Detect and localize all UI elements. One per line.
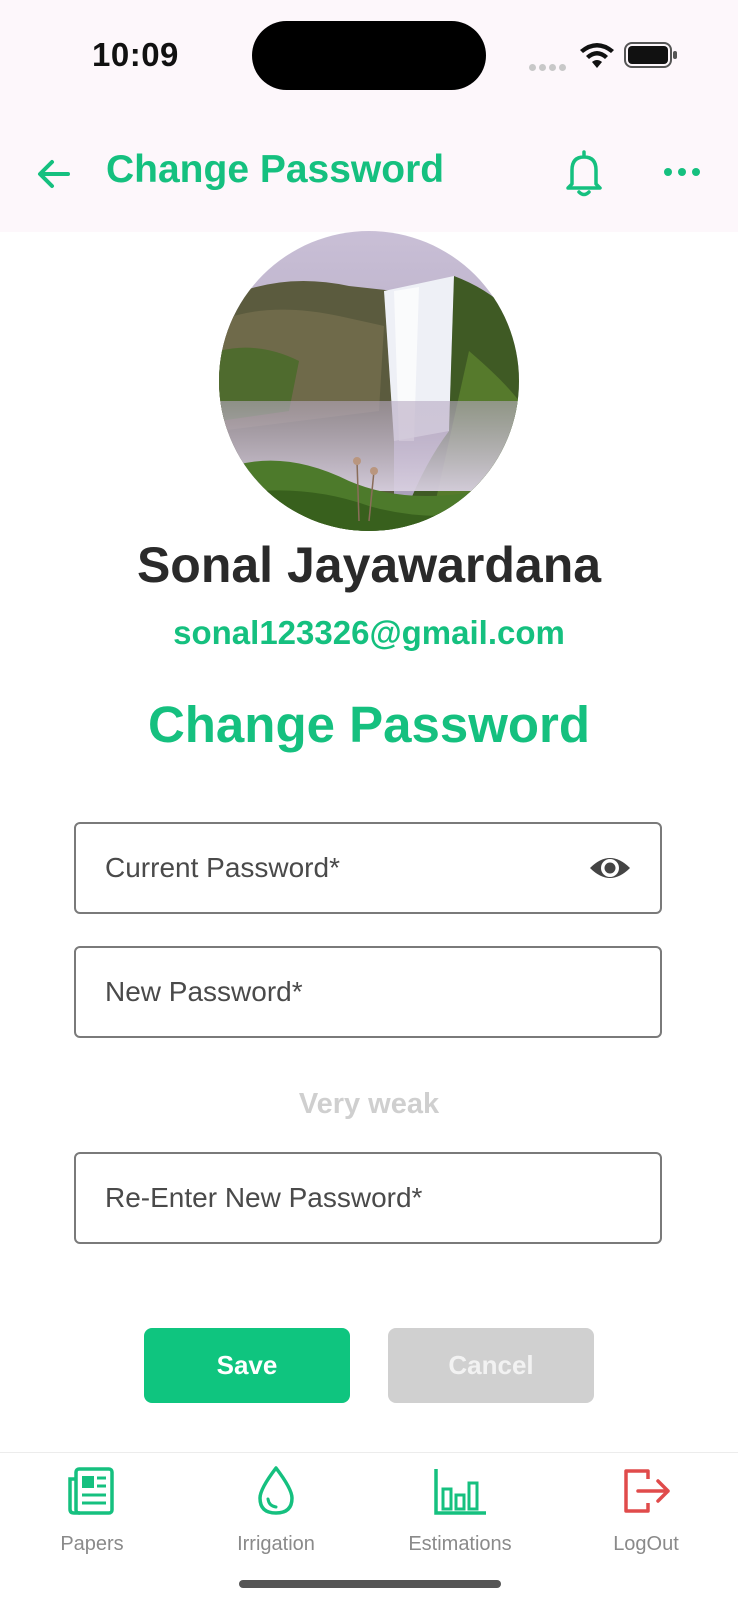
bell-icon[interactable] xyxy=(560,148,608,198)
app-bar: Change Password xyxy=(0,110,738,232)
nav-label-irrigation: Irrigation xyxy=(237,1533,315,1555)
user-name: Sonal Jayawardana xyxy=(136,537,602,593)
save-button[interactable]: Save xyxy=(144,1328,350,1403)
bottom-nav: Papers Irrigation Estimations LogOut xyxy=(0,1452,738,1601)
water-drop-icon xyxy=(258,1466,294,1515)
reenter-password-field[interactable]: Re-Enter New Password* xyxy=(74,1152,662,1244)
reenter-password-placeholder: Re-Enter New Password* xyxy=(105,1182,423,1213)
avatar xyxy=(219,231,519,531)
current-password-placeholder: Current Password* xyxy=(105,852,340,883)
current-password-field[interactable]: Current Password* xyxy=(74,822,662,914)
nav-label-logout: LogOut xyxy=(613,1533,679,1555)
newspaper-icon xyxy=(68,1467,114,1515)
nav-label-papers: Papers xyxy=(60,1533,124,1555)
home-indicator xyxy=(239,1580,501,1588)
wifi-icon xyxy=(580,43,614,68)
nav-item-papers[interactable]: Papers xyxy=(0,1453,184,1563)
nav-item-irrigation[interactable]: Irrigation xyxy=(184,1453,368,1563)
more-icon[interactable] xyxy=(660,160,704,184)
new-password-field[interactable]: New Password* xyxy=(74,946,662,1038)
nav-label-estimations: Estimations xyxy=(408,1533,512,1555)
user-email: sonal123326@gmail.com xyxy=(173,614,565,651)
nav-item-logout[interactable]: LogOut xyxy=(554,1453,738,1563)
battery-icon xyxy=(624,42,677,68)
section-title: Change Password xyxy=(147,696,591,753)
eye-icon[interactable] xyxy=(588,852,632,884)
logout-icon xyxy=(624,1469,670,1513)
page-title: Change Password xyxy=(106,148,445,191)
password-strength-label: Very weak xyxy=(298,1088,440,1120)
status-bar: 10:09 xyxy=(0,0,738,110)
bar-chart-icon xyxy=(434,1469,486,1515)
new-password-placeholder: New Password* xyxy=(105,976,303,1007)
nav-item-estimations[interactable]: Estimations xyxy=(368,1453,552,1563)
signal-icon xyxy=(529,58,569,76)
cancel-button[interactable]: Cancel xyxy=(388,1328,594,1403)
back-arrow-icon[interactable] xyxy=(32,152,76,196)
status-time: 10:09 xyxy=(92,36,179,73)
dynamic-island xyxy=(252,21,486,90)
